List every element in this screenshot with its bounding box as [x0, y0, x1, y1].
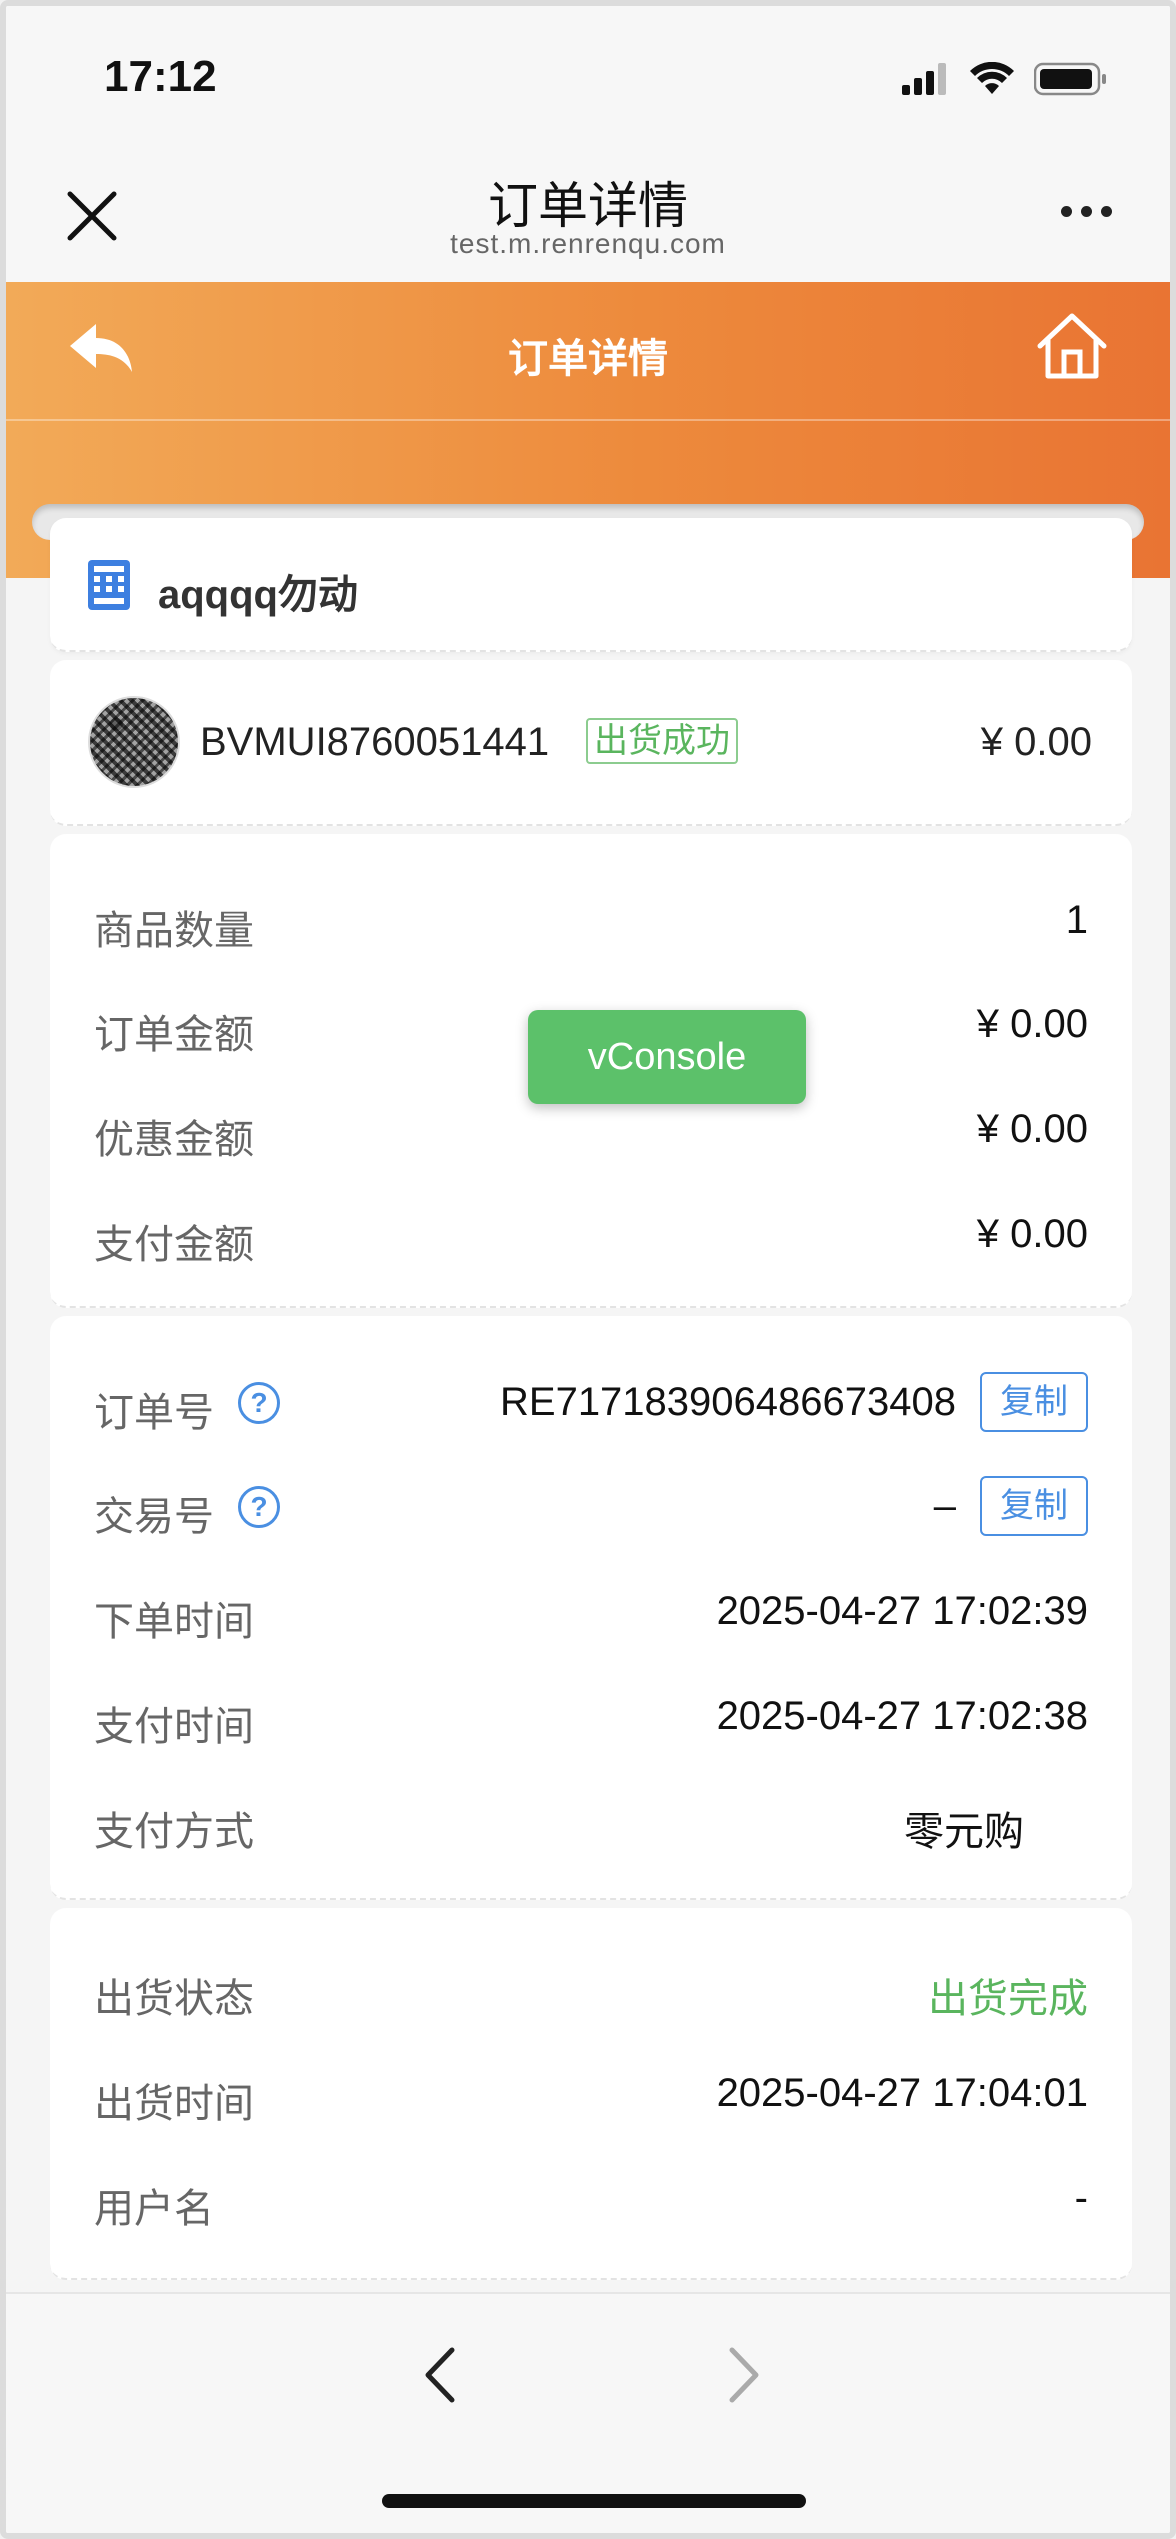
webview-navbar: 订单详情 test.m.renrenqu.com — [6, 156, 1170, 282]
pay-time-label: 支付时间 — [94, 1705, 254, 1749]
vending-machine-icon — [88, 560, 130, 610]
order-time-label: 下单时间 — [94, 1600, 254, 1644]
product-code: BVMUI8760051441 — [200, 720, 550, 764]
home-icon[interactable] — [1034, 310, 1110, 382]
ship-status-label: 出货状态 — [94, 1977, 254, 2021]
amount-row: 商品数量 1 — [50, 890, 1132, 953]
amount-label: 优惠金额 — [94, 1118, 254, 1162]
more-dot-icon — [1081, 206, 1092, 217]
username-value: - — [1074, 2176, 1088, 2220]
trade-number-label: 交易号 — [94, 1495, 214, 1539]
store-name: aqqqq勿动 — [158, 573, 358, 617]
pay-method-value: 零元购 — [904, 1810, 1024, 1854]
help-icon[interactable]: ? — [238, 1486, 280, 1528]
battery-icon — [1034, 62, 1106, 96]
phone-screen: 17:12 订单详情 test.m.renrenqu.com 订单详情 aqqq… — [0, 0, 1176, 2539]
chevron-left-icon[interactable] — [416, 2340, 466, 2410]
copy-order-number-button[interactable]: 复制 — [980, 1372, 1088, 1432]
amount-value: ¥ 0.00 — [976, 1002, 1088, 1046]
help-icon[interactable]: ? — [238, 1382, 280, 1424]
username-label: 用户名 — [94, 2187, 214, 2231]
pay-method-label: 支付方式 — [94, 1810, 254, 1854]
amount-value: 1 — [1065, 898, 1088, 942]
page-title: 订单详情 — [508, 337, 668, 381]
pay-time-row: 支付时间 2025-04-27 17:02:38 — [50, 1686, 1132, 1749]
signal-icon — [902, 63, 946, 95]
ship-status-row: 出货状态 出货完成 — [50, 1958, 1132, 2021]
chevron-right-icon[interactable] — [718, 2340, 768, 2410]
amount-row: 优惠金额 ¥ 0.00 — [50, 1099, 1132, 1162]
amount-value: ¥ 0.00 — [976, 1107, 1088, 1151]
webview-url: test.m.renrenqu.com — [450, 228, 726, 259]
more-dot-icon — [1101, 206, 1112, 217]
store-card: aqqqq勿动 — [50, 518, 1132, 652]
username-row: 用户名 - — [50, 2168, 1132, 2231]
amount-label: 支付金额 — [94, 1223, 254, 1267]
ship-status-value: 出货完成 — [928, 1977, 1088, 2021]
amount-label: 商品数量 — [94, 909, 254, 953]
vconsole-button[interactable]: vConsole — [528, 1010, 806, 1104]
shipment-card: 出货状态 出货完成 出货时间 2025-04-27 17:04:01 用户名 - — [50, 1908, 1132, 2280]
product-price: ¥ 0.00 — [980, 720, 1092, 764]
amount-row: 支付金额 ¥ 0.00 — [50, 1204, 1132, 1267]
trade-number-row: 交易号 ? – 复制 — [50, 1476, 1132, 1539]
product-card: BVMUI8760051441 出货成功 ¥ 0.00 — [50, 660, 1132, 826]
home-indicator[interactable] — [382, 2494, 806, 2508]
order-time-value: 2025-04-27 17:02:39 — [716, 1589, 1088, 1633]
copy-trade-number-button[interactable]: 复制 — [980, 1476, 1088, 1536]
order-number-row: 订单号 ? RE717183906486673408 复制 — [50, 1372, 1132, 1435]
status-badge: 出货成功 — [586, 718, 738, 764]
amount-value: ¥ 0.00 — [976, 1212, 1088, 1256]
ship-time-row: 出货时间 2025-04-27 17:04:01 — [50, 2063, 1132, 2126]
order-info-card: 订单号 ? RE717183906486673408 复制 交易号 ? – 复制… — [50, 1316, 1132, 1900]
pay-time-value: 2025-04-27 17:02:38 — [716, 1694, 1088, 1738]
ship-time-value: 2025-04-27 17:04:01 — [716, 2071, 1088, 2115]
trade-number-value: – — [933, 1484, 956, 1528]
browser-toolbar — [6, 2292, 1170, 2533]
order-number-value: RE717183906486673408 — [500, 1380, 956, 1424]
status-icons — [902, 62, 1108, 96]
order-number-label: 订单号 — [94, 1391, 214, 1435]
status-bar: 17:12 — [6, 6, 1170, 156]
wifi-icon — [970, 62, 1014, 94]
pay-method-row: 支付方式 零元购 — [50, 1791, 1132, 1854]
status-time: 17:12 — [104, 52, 217, 101]
order-time-row: 下单时间 2025-04-27 17:02:39 — [50, 1581, 1132, 1644]
ship-time-label: 出货时间 — [94, 2082, 254, 2126]
product-thumbnail — [88, 696, 180, 788]
header-divider — [6, 419, 1170, 421]
more-dot-icon — [1061, 206, 1072, 217]
amount-label: 订单金额 — [94, 1013, 254, 1057]
more-options-button[interactable] — [1061, 206, 1112, 217]
